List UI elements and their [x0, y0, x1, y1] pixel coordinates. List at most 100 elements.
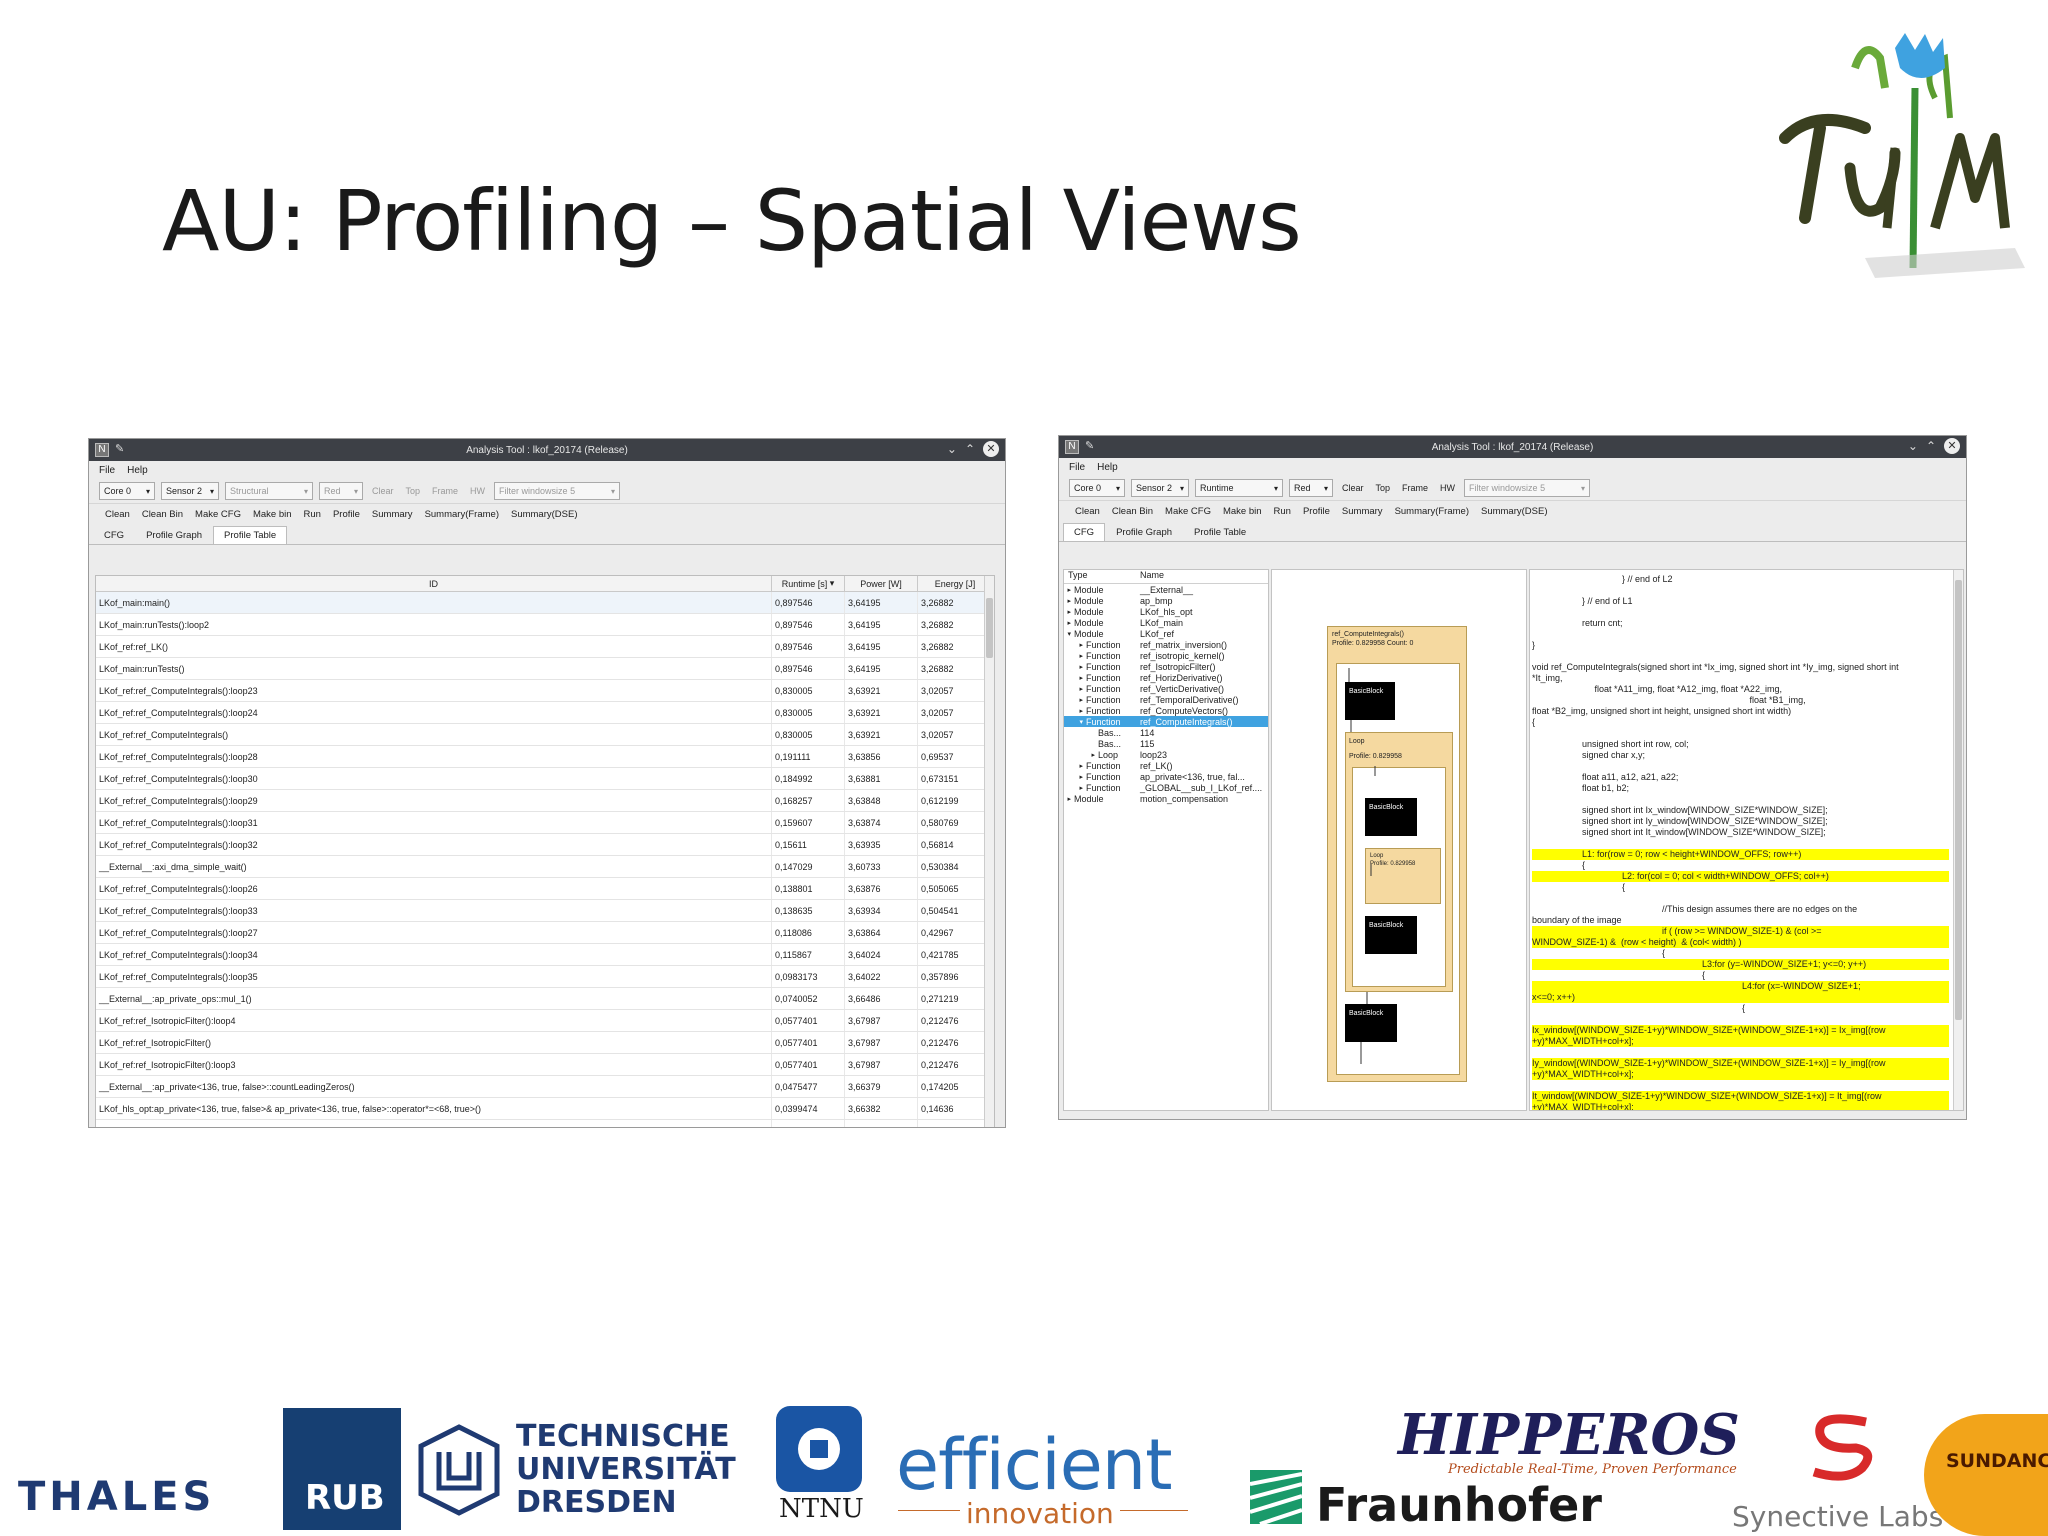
table-row[interactable]: LKof_ref:ref_ComputeIntegrals():loop23 0,…: [96, 680, 994, 702]
core-select[interactable]: Core 0 ▾: [99, 482, 155, 500]
col-energy-header[interactable]: Energy [J]: [918, 576, 993, 591]
core-select[interactable]: Core 0 ▾: [1069, 479, 1125, 497]
tree-row[interactable]: Bas... 115: [1064, 738, 1268, 749]
view-select[interactable]: Structural ▾: [225, 482, 313, 500]
make-cfg-button[interactable]: Make CFG: [1165, 506, 1211, 517]
tree-expander-icon[interactable]: ▾: [1064, 630, 1074, 638]
menu-help[interactable]: Help: [1097, 462, 1118, 473]
table-row[interactable]: LKof_main:runTests() 0,897546 3,64195 3,268…: [96, 658, 994, 680]
tree-row[interactable]: ▸ Module motion_compensation: [1064, 793, 1268, 804]
tree-expander-icon[interactable]: ▸: [1064, 652, 1086, 660]
filter-select[interactable]: Filter windowsize 5 ▾: [494, 482, 621, 500]
tree-expander-icon[interactable]: ▸: [1064, 751, 1098, 759]
tree-row[interactable]: ▾ Function ref_ComputeIntegrals(): [1064, 716, 1268, 727]
menu-file[interactable]: File: [99, 465, 115, 476]
table-row[interactable]: LKof_ref:ref_IsotropicFilter():loop4 0,05…: [96, 1010, 994, 1032]
tree-expander-icon[interactable]: ▸: [1064, 773, 1086, 781]
tab-profile-graph[interactable]: Profile Graph: [135, 526, 213, 544]
tree-row[interactable]: ▸ Function ref_matrix_inversion(): [1064, 639, 1268, 650]
table-row[interactable]: LKof_ref:ref_ComputeIntegrals():loop250,…: [96, 1120, 994, 1127]
tree-expander-icon[interactable]: ▸: [1064, 707, 1086, 715]
table-row[interactable]: LKof_main:runTests():loop2 0,897546 3,6419…: [96, 614, 994, 636]
minimize-icon[interactable]: ⌄: [947, 442, 957, 456]
scroll-thumb[interactable]: [1955, 580, 1962, 1020]
close-icon[interactable]: ✕: [983, 441, 999, 457]
tree-row[interactable]: ▸ Function ref_HorizDerivative(): [1064, 672, 1268, 683]
sensor-select[interactable]: Sensor 2 ▾: [161, 482, 219, 500]
pin-icon[interactable]: ✎: [1085, 439, 1094, 452]
table-row[interactable]: __External__:axi_dma_simple_wait() 0,1470…: [96, 856, 994, 878]
tree-row[interactable]: ▸ Function ref_VerticDerivative(): [1064, 683, 1268, 694]
summary-dse-button[interactable]: Summary(DSE): [511, 509, 578, 520]
tree-row[interactable]: ▸ Module LKof_main: [1064, 617, 1268, 628]
tree-expander-icon[interactable]: ▸: [1064, 784, 1086, 792]
make-bin-button[interactable]: Make bin: [253, 509, 292, 520]
tree-row[interactable]: ▸ Function ref_ComputeVectors(): [1064, 705, 1268, 716]
tree-expander-icon[interactable]: ▸: [1064, 696, 1086, 704]
tree-row[interactable]: ▸ Function ref_isotropic_kernel(): [1064, 650, 1268, 661]
filter-select[interactable]: Filter windowsize 5 ▾: [1464, 479, 1591, 497]
col-power-header[interactable]: Power [W]: [845, 576, 918, 591]
tree-row[interactable]: ▸ Loop loop23: [1064, 749, 1268, 760]
title-bar[interactable]: N ✎ Analysis Tool : lkof_20174 (Release)…: [1059, 436, 1966, 458]
table-row[interactable]: LKof_ref:ref_ComputeIntegrals():loop29 0,…: [96, 790, 994, 812]
summary-frame-button[interactable]: Summary(Frame): [425, 509, 499, 520]
tree-expander-icon[interactable]: ▸: [1064, 586, 1074, 594]
tree-expander-icon[interactable]: ▸: [1064, 641, 1086, 649]
run-button[interactable]: Run: [1274, 506, 1291, 517]
table-row[interactable]: LKof_ref:ref_ComputeIntegrals():loop27 0,…: [96, 922, 994, 944]
tree-name-header[interactable]: Name: [1136, 570, 1164, 583]
table-row[interactable]: LKof_ref:ref_ComputeIntegrals():loop33 0,…: [96, 900, 994, 922]
tab-profile-table[interactable]: Profile Table: [1183, 523, 1257, 541]
table-row[interactable]: LKof_ref:ref_ComputeIntegrals() 0,830005 3…: [96, 724, 994, 746]
table-row[interactable]: LKof_ref:ref_LK() 0,897546 3,64195 3,26882: [96, 636, 994, 658]
menu-help[interactable]: Help: [127, 465, 148, 476]
clean-button[interactable]: Clean: [1075, 506, 1100, 517]
sensor-select[interactable]: Sensor 2 ▾: [1131, 479, 1189, 497]
table-row[interactable]: LKof_ref:ref_ComputeIntegrals():loop31 0,…: [96, 812, 994, 834]
view-select[interactable]: Runtime ▾: [1195, 479, 1283, 497]
summary-button[interactable]: Summary: [1342, 506, 1383, 517]
make-bin-button[interactable]: Make bin: [1223, 506, 1262, 517]
clean-bin-button[interactable]: Clean Bin: [1112, 506, 1153, 517]
table-row[interactable]: LKof_ref:ref_IsotropicFilter():loop3 0,05…: [96, 1054, 994, 1076]
table-scrollbar[interactable]: [984, 576, 994, 1127]
tab-cfg[interactable]: CFG: [1063, 523, 1106, 541]
summary-button[interactable]: Summary: [372, 509, 413, 520]
table-row[interactable]: LKof_ref:ref_ComputeIntegrals():loop28 0,…: [96, 746, 994, 768]
clean-button[interactable]: Clean: [105, 509, 130, 520]
tab-profile-graph[interactable]: Profile Graph: [1105, 523, 1183, 541]
tree-expander-icon[interactable]: ▸: [1064, 685, 1086, 693]
table-row[interactable]: LKof_ref:ref_ComputeIntegrals():loop32 0,…: [96, 834, 994, 856]
tree-row[interactable]: ▸ Function ref_IsotropicFilter(): [1064, 661, 1268, 672]
tab-profile-table[interactable]: Profile Table: [213, 526, 288, 544]
tree-expander-icon[interactable]: ▸: [1064, 608, 1074, 616]
table-row[interactable]: __External__:ap_private_ops::mul_1() 0,07…: [96, 988, 994, 1010]
run-button[interactable]: Run: [304, 509, 321, 520]
tree-row[interactable]: ▸ Function ap_private<136, true, fal...: [1064, 771, 1268, 782]
minimize-icon[interactable]: ⌄: [1908, 439, 1918, 453]
tree-row[interactable]: Bas... 114: [1064, 727, 1268, 738]
table-row[interactable]: LKof_ref:ref_IsotropicFilter() 0,0577401 3…: [96, 1032, 994, 1054]
tree-expander-icon[interactable]: ▾: [1064, 718, 1086, 726]
frame-button[interactable]: Frame: [429, 486, 461, 496]
function-node[interactable]: ref_ComputeIntegrals() Profile: 0.829958…: [1327, 626, 1467, 1082]
maximize-icon[interactable]: ⌃: [965, 442, 975, 456]
profile-button[interactable]: Profile: [333, 509, 360, 520]
tree-row[interactable]: ▸ Module LKof_hls_opt: [1064, 606, 1268, 617]
tree-row[interactable]: ▸ Function ref_LK(): [1064, 760, 1268, 771]
tree-type-header[interactable]: Type: [1064, 570, 1136, 583]
tree-expander-icon[interactable]: ▸: [1064, 619, 1074, 627]
tree-expander-icon[interactable]: ▸: [1064, 762, 1086, 770]
tree-row[interactable]: ▸ Module __External__: [1064, 584, 1268, 595]
tree-expander-icon[interactable]: ▸: [1064, 795, 1074, 803]
tree-row[interactable]: ▸ Module ap_bmp: [1064, 595, 1268, 606]
hw-button[interactable]: HW: [467, 486, 488, 496]
maximize-icon[interactable]: ⌃: [1926, 439, 1936, 453]
tree-row[interactable]: ▸ Function _GLOBAL__sub_I_LKof_ref....: [1064, 782, 1268, 793]
scroll-thumb[interactable]: [986, 598, 993, 658]
clear-button[interactable]: Clear: [1339, 483, 1367, 493]
tree-row[interactable]: ▸ Function ref_TemporalDerivative(): [1064, 694, 1268, 705]
pin-icon[interactable]: ✎: [115, 442, 124, 455]
frame-button[interactable]: Frame: [1399, 483, 1431, 493]
